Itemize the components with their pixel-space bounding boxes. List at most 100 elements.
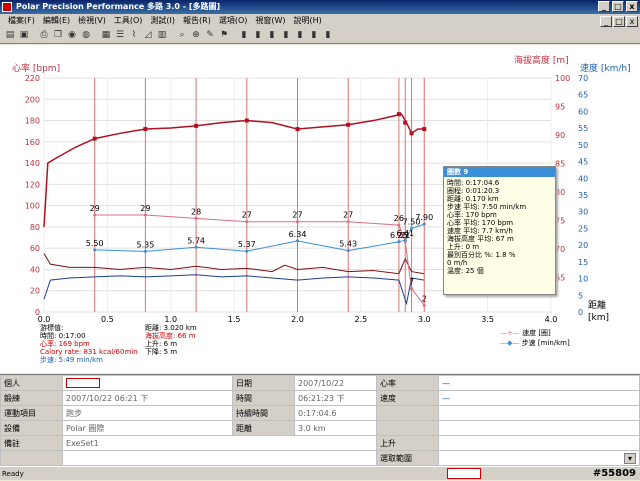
tooltip-line: 時間: 0:17:04.6 <box>447 179 500 187</box>
pace-point <box>422 222 426 226</box>
open-folder-icon[interactable]: ▤ <box>4 30 16 41</box>
hr-lap-point <box>92 136 97 141</box>
speed-data-label: 28 <box>191 207 201 216</box>
menu-window[interactable]: 視窗(W) <box>251 14 289 28</box>
help-icon[interactable]: ◉ <box>66 30 78 41</box>
table-icon[interactable]: ▥ <box>156 30 168 41</box>
bar-chart-7-icon[interactable]: ▮ <box>322 30 334 41</box>
pace-data-label: 5.50 <box>86 239 104 248</box>
maximize-button[interactable]: □ <box>612 1 624 12</box>
child-minimize-button[interactable]: _ <box>600 16 612 27</box>
cursor-calory: Calory rate: 831 kcal/60min <box>40 348 138 356</box>
x-tick-label: 2.5 <box>355 315 368 324</box>
notes-value[interactable]: ExeSet1 <box>62 435 377 451</box>
alt-tick-label: 70 <box>555 245 565 254</box>
alt-tick-label: 65 <box>555 274 565 283</box>
tooltip-line: 海拔高度 平均: 67 m <box>447 235 514 243</box>
status-number: #55809 <box>592 468 636 479</box>
speed-point <box>143 213 147 217</box>
menu-test[interactable]: 測試(I) <box>146 14 179 28</box>
speed-point <box>410 287 414 291</box>
chart-line-icon[interactable]: ⌇ <box>128 30 140 41</box>
zoom-in-icon[interactable]: ⊕ <box>190 30 202 41</box>
calendar-icon[interactable]: ▦ <box>100 30 112 41</box>
left-tick-label: 80 <box>30 223 40 232</box>
multi-graph-chart[interactable]: 220 200 180 160 140 120 100 80 60 40 20 0 100 95 90 85 8… <box>0 45 640 373</box>
label-hr: 心率 <box>376 375 439 391</box>
left-tick-label: 220 <box>25 74 40 83</box>
minimize-button[interactable]: _ <box>598 1 610 12</box>
speed-tick-label: 60 <box>578 107 588 116</box>
hr-lap-point <box>143 127 148 132</box>
bar-chart-icon[interactable]: ▮ <box>238 30 250 41</box>
toolbar: ▤ ▣ ⎙ ❐ ◉ ◍ ▦ ☰ ⌇ ◿ ▥ ⌕ ⊕ ✎ ⚑ ▮ ▮ ▮ ▮ ▮ … <box>0 28 640 44</box>
sport-value: 跑步 <box>62 405 233 421</box>
speed-data-label: 2 <box>422 294 427 303</box>
bar-chart-3-icon[interactable]: ▮ <box>266 30 278 41</box>
menu-reports[interactable]: 報告(R) <box>179 14 215 28</box>
table-row: 選取範圍 ▾ <box>0 450 640 466</box>
menu-help[interactable]: 說明(H) <box>290 14 326 28</box>
x-tick-label: 0.0 <box>38 315 51 324</box>
left-tick-label: 100 <box>25 202 40 211</box>
label-selection: 選取範圍 <box>376 450 439 466</box>
cursor-distance: 距離: 3.020 km <box>145 324 197 332</box>
menu-tools[interactable]: 工具(O) <box>110 14 147 28</box>
menu-file[interactable]: 檔案(F) <box>4 14 39 28</box>
empty-cell <box>438 420 640 436</box>
menu-options[interactable]: 選項(O) <box>215 14 252 28</box>
label-sport: 運動項目 <box>0 405 63 421</box>
speed-tick-label: 30 <box>578 208 588 217</box>
person-value[interactable] <box>62 375 233 391</box>
menu-edit[interactable]: 編輯(E) <box>39 14 74 28</box>
close-button[interactable]: x <box>626 1 638 12</box>
tooltip-line: 最別百分比 %: 1.8 % <box>447 251 516 259</box>
hr-indicator: — <box>438 375 640 391</box>
x-axis-unit: [km] <box>588 313 609 323</box>
chart-area-icon[interactable]: ◿ <box>142 30 154 41</box>
empty-label <box>376 420 439 436</box>
title-bar: Polar Precision Performance 多路 3.0 - [多路… <box>0 0 640 14</box>
speed-point <box>422 303 426 307</box>
copy-icon[interactable]: ❐ <box>52 30 64 41</box>
speed-data-label: 27 <box>242 211 252 220</box>
menu-view[interactable]: 檢視(V) <box>74 14 110 28</box>
save-icon[interactable]: ▣ <box>18 30 30 41</box>
x-tick-label: 1.5 <box>228 315 241 324</box>
bar-chart-4-icon[interactable]: ▮ <box>280 30 292 41</box>
left-tick-label: 120 <box>25 180 40 189</box>
selection-dropdown[interactable]: ▾ <box>438 450 640 466</box>
cursor-pace: 步速: 5:49 min/km <box>40 356 103 364</box>
label-duration: 持續時間 <box>232 405 295 421</box>
cursor-stats-left: 游標值: 時間: 0:17:00 心率: 169 bpm Calory rate… <box>40 324 138 364</box>
bar-chart-5-icon[interactable]: ▮ <box>294 30 306 41</box>
child-close-button[interactable]: x <box>626 16 638 27</box>
hr-lap-point <box>295 127 300 132</box>
print-icon[interactable]: ⎙ <box>38 30 50 41</box>
speed-tick-label: 15 <box>578 258 588 267</box>
speed-point <box>245 220 249 224</box>
alt-tick-label: 80 <box>555 188 565 197</box>
child-restore-button[interactable]: □ <box>613 16 625 27</box>
zoom-icon[interactable]: ⌕ <box>176 30 188 41</box>
list-icon[interactable]: ☰ <box>114 30 126 41</box>
bar-chart-2-icon[interactable]: ▮ <box>252 30 264 41</box>
empty-cell <box>438 405 640 421</box>
globe-icon[interactable]: ◍ <box>80 30 92 41</box>
time-value: 06:21:23 下 <box>294 390 377 406</box>
menu-bar: 檔案(F) 編輯(E) 檢視(V) 工具(O) 測試(I) 報告(R) 選項(O… <box>0 14 640 28</box>
status-bar: Ready #55809 <box>0 466 640 480</box>
dropdown-arrow-icon[interactable]: ▾ <box>623 452 636 464</box>
marker-icon[interactable]: ⚑ <box>218 30 230 41</box>
chart-legend: —+— 速度 [圈] —◆— 步速 [min/km] <box>500 328 570 348</box>
label-person: 個人 <box>0 375 63 391</box>
tooltip-header: 圈數 9 <box>444 167 555 177</box>
pace-data-label: 6.41 <box>396 229 414 238</box>
bar-chart-6-icon[interactable]: ▮ <box>308 30 320 41</box>
edit-icon[interactable]: ✎ <box>204 30 216 41</box>
speed-axis-title: 速度 [km/h] <box>580 62 631 74</box>
speed-tick-label: 35 <box>578 191 588 200</box>
tooltip-line: 圈程: 0:01:20.3 <box>447 187 500 195</box>
hr-lap-point <box>396 112 401 117</box>
label-speed: 速度 <box>376 390 439 406</box>
